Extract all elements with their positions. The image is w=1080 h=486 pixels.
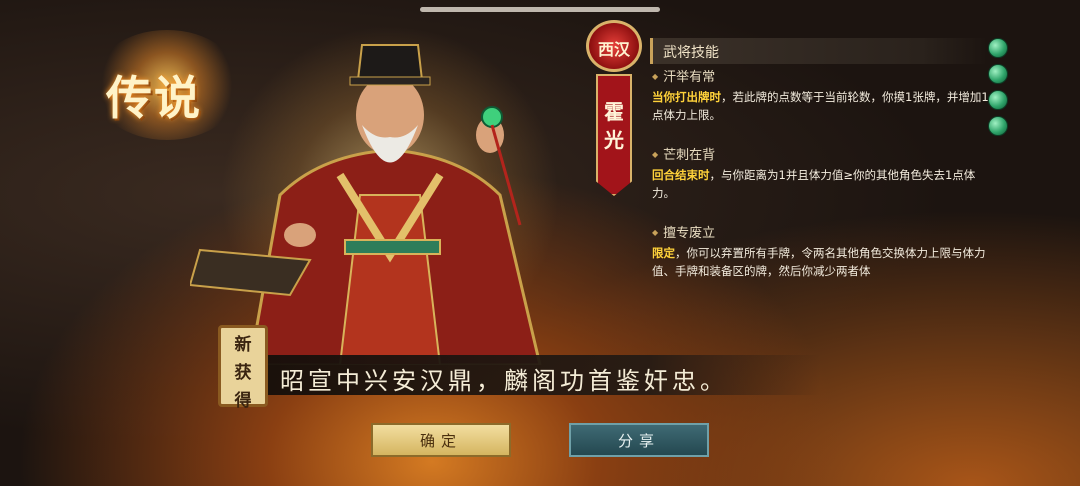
motto-banner: 昭宣中兴安汉鼎，麟阁功首鉴奸忠。 — [250, 355, 820, 395]
dynasty-seal: 西汉 — [586, 20, 642, 72]
general-name-char: 光 — [604, 128, 624, 152]
skills-list[interactable]: 汗举有常 当你打出牌时，若此牌的点数等于当前轮数，你摸1张牌，并增加1点体力上限… — [652, 68, 992, 288]
general-name: 霍光 — [598, 98, 630, 154]
name-ribbon: 霍光 — [596, 74, 632, 196]
skill-trigger: 回合结束时 — [652, 168, 710, 182]
skill-item: 芒刺在背 回合结束时，与你距离为1并且体力值≥你的其他角色失去1点体力。 — [652, 146, 992, 202]
jade-charm-icon — [988, 38, 1008, 58]
top-handle — [420, 7, 660, 12]
skill-trigger: 当你打出牌时 — [652, 90, 721, 104]
jade-charms — [988, 38, 1010, 142]
skill-desc: 限定，你可以弃置所有手牌，令两名其他角色交换体力上限与体力值、手牌和装备区的牌，… — [652, 244, 992, 280]
skill-item: 擅专废立 限定，你可以弃置所有手牌，令两名其他角色交换体力上限与体力值、手牌和装… — [652, 224, 992, 280]
motto-text: 昭宣中兴安汉鼎，麟阁功首鉴奸忠。 — [280, 367, 728, 395]
skill-desc: 回合结束时，与你距离为1并且体力值≥你的其他角色失去1点体力。 — [652, 166, 992, 202]
rarity-label: 传说 — [106, 71, 202, 125]
skills-header: 武将技能 — [650, 38, 988, 64]
confirm-button[interactable]: 确定 — [371, 423, 511, 457]
skill-trigger: 限定 — [652, 246, 675, 260]
new-tag-char: 获 — [234, 363, 252, 383]
skills-header-label: 武将技能 — [663, 45, 719, 61]
skill-name: 擅专废立 — [652, 224, 992, 242]
dynasty-label: 西汉 — [597, 40, 630, 59]
share-button[interactable]: 分享 — [569, 423, 709, 457]
dynasty-ribbon: 西汉 霍光 — [586, 20, 642, 200]
new-acquired-tag: 新 获 得 — [218, 325, 268, 411]
new-tag-char: 新 — [234, 335, 252, 355]
jade-charm-icon — [988, 116, 1008, 136]
general-portrait — [190, 25, 590, 365]
skill-name: 芒刺在背 — [652, 146, 992, 164]
skill-effect: ，你可以弃置所有手牌，令两名其他角色交换体力上限与体力值、手牌和装备区的牌，然后… — [652, 246, 986, 278]
jade-charm-icon — [988, 90, 1008, 110]
skill-item: 汗举有常 当你打出牌时，若此牌的点数等于当前轮数，你摸1张牌，并增加1点体力上限… — [652, 68, 992, 124]
general-figure — [190, 44, 542, 365]
new-tag-char: 得 — [234, 391, 252, 411]
skill-name: 汗举有常 — [652, 68, 992, 86]
general-name-char: 霍 — [604, 100, 624, 124]
jade-charm-icon — [988, 64, 1008, 84]
skill-desc: 当你打出牌时，若此牌的点数等于当前轮数，你摸1张牌，并增加1点体力上限。 — [652, 88, 992, 124]
